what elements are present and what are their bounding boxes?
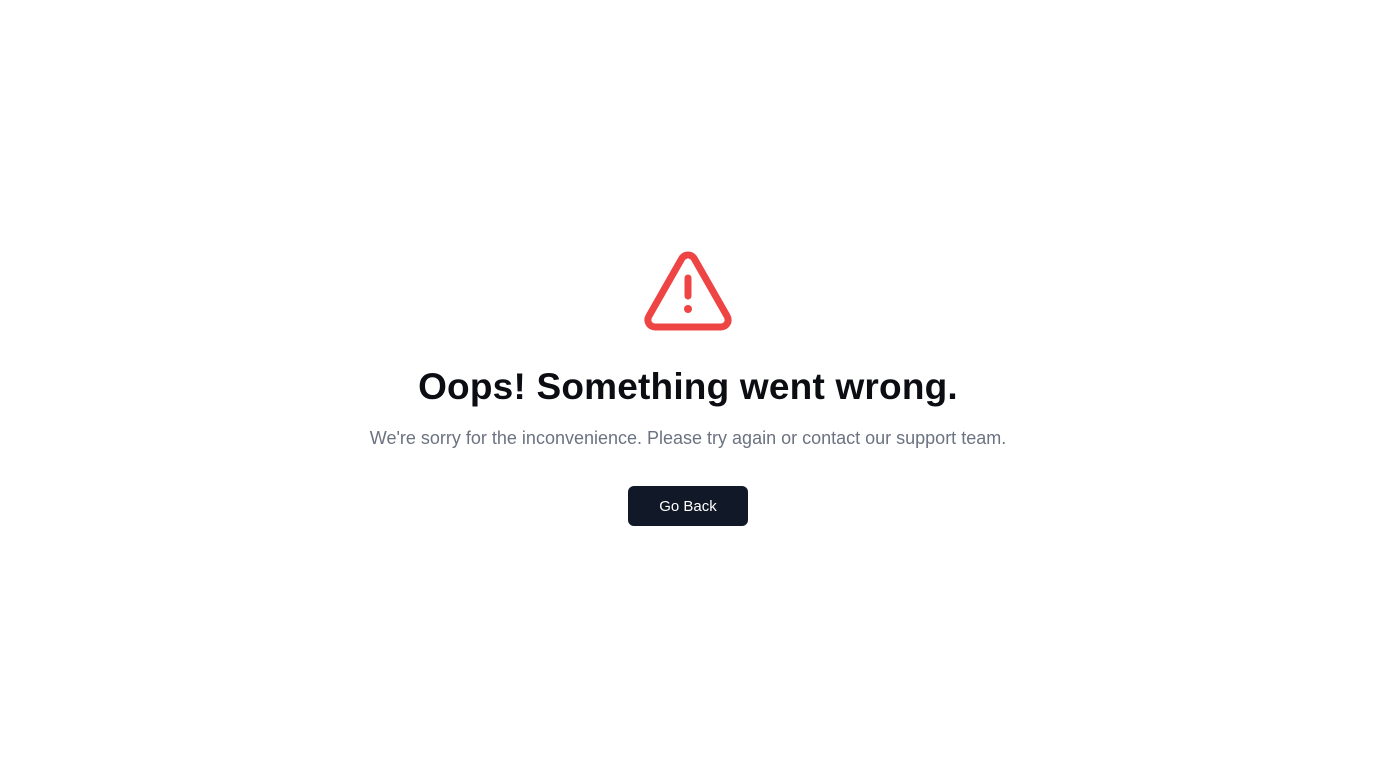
error-page: Oops! Something went wrong. We're sorry … <box>0 0 1376 768</box>
go-back-button[interactable]: Go Back <box>628 486 748 526</box>
warning-triangle-icon <box>642 248 734 332</box>
error-title: Oops! Something went wrong. <box>418 366 958 407</box>
error-message: We're sorry for the inconvenience. Pleas… <box>369 428 1007 448</box>
